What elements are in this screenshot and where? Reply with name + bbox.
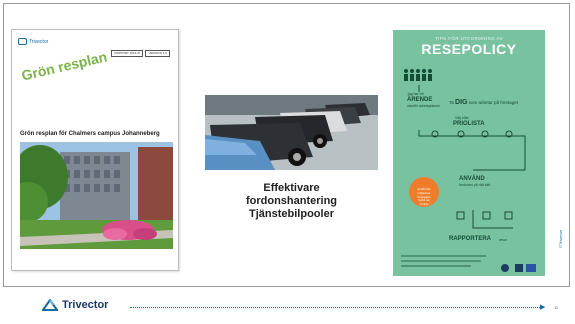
report-cover-image: Trivector RAPPORT 2014:37 VERSION 1.0 Gr… [11, 29, 179, 271]
car-pool-photo [205, 95, 378, 170]
footer-dotted-line [130, 307, 540, 308]
doc-logo-text: Trivector [29, 38, 49, 45]
trivector-logo-icon [42, 299, 58, 311]
priolista-small: Välj efter [455, 116, 469, 120]
campus-photo-svg [20, 142, 173, 249]
footer-arrow-icon: ▶ [540, 304, 546, 311]
doc-logo: Trivector [18, 38, 48, 45]
doc-title: Grön resplan för Chalmers campus Johanne… [20, 131, 160, 137]
arende-sub: utanför arbetsplatsen [407, 104, 440, 108]
dig-prefix: Ta [449, 100, 454, 105]
doc-header-boxes: RAPPORT 2014:37 VERSION 1.0 [111, 50, 170, 57]
anvand-sub: fordonen på rätt sätt [459, 183, 491, 187]
rapportera-sub: resor [499, 238, 507, 242]
caption-line: Tjänstebilpooler [249, 208, 334, 220]
dig-suffix: som arbetar på företaget [468, 100, 519, 105]
doc-header-box: RAPPORT 2014:37 [111, 50, 144, 57]
circle-line: möjligt [419, 202, 429, 207]
page-number: 11 [554, 305, 559, 310]
footer-logo: Trivector [42, 298, 108, 312]
anvand-label: ANVÄND [459, 176, 485, 182]
poster-circle-text: Avstå från miljöresor företagets hyrbil … [406, 187, 442, 207]
dig-bold: DIG [455, 99, 468, 106]
car-pool-photo-svg [205, 95, 378, 170]
doc-stamp: Grön resplan [20, 48, 109, 84]
middle-caption: Effektivare fordonshantering Tjänstebilp… [205, 182, 378, 221]
caption-line: Effektivare [263, 182, 320, 194]
resepolicy-poster: TIPS FÖR UTFORMNING AV RESEPOLICY Ta DIG… [393, 30, 545, 276]
priolista-label: PRIOLISTA [453, 121, 485, 127]
arende-small: Jag har ett [407, 92, 424, 96]
arende-label: ÄRENDE [407, 97, 433, 103]
trivector-mark-icon [18, 38, 27, 45]
poster-dig-line: Ta DIG som arbetar på företaget [449, 99, 518, 106]
footer-logo-text: Trivector [62, 299, 109, 311]
doc-header-box: VERSION 1.0 [145, 50, 170, 57]
campus-photo [20, 142, 173, 249]
rapportera-label: RAPPORTERA [449, 236, 492, 242]
caption-line: fordonshantering [245, 195, 338, 207]
copyright-mark: ©Trivector [558, 229, 563, 248]
